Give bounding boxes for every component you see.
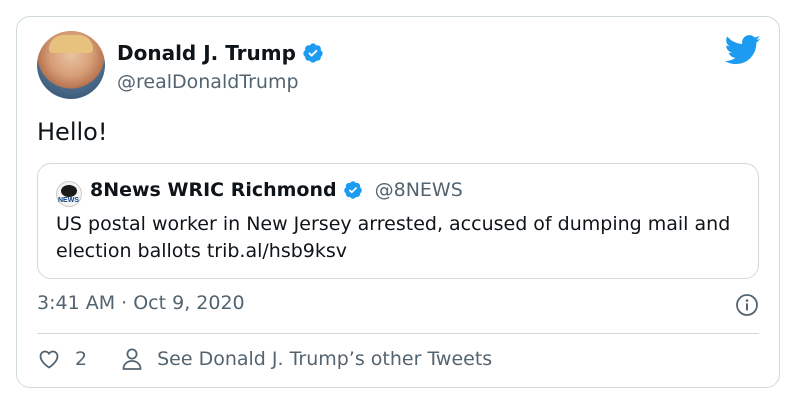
verified-badge-icon [343, 181, 362, 199]
tweet-text: Hello! [37, 118, 108, 146]
author-name-row: Donald J. Trump [117, 41, 324, 65]
tweet-actions: 2 See Donald J. Trump’s other Tweets [37, 347, 492, 371]
tweet-timestamp[interactable]: 3:41 AM · Oct 9, 2020 [37, 292, 245, 314]
author-avatar[interactable] [37, 31, 105, 99]
quoted-author-handle[interactable]: @8NEWS [375, 179, 463, 201]
author-name[interactable]: Donald J. Trump [117, 41, 296, 65]
quoted-author-name[interactable]: 8News WRIC Richmond [90, 179, 337, 201]
quoted-tweet-text: US postal worker in New Jersey arrested,… [56, 213, 731, 262]
author-handle[interactable]: @realDonaldTrump [117, 71, 299, 93]
twitter-bird-icon[interactable] [725, 35, 761, 65]
info-icon[interactable] [735, 293, 759, 317]
abc-logo [61, 185, 77, 197]
verified-badge-icon [303, 43, 323, 63]
quoted-author-avatar[interactable]: NEWS [56, 181, 82, 207]
tweet-card: Donald J. Trump @realDonaldTrump Hello! … [16, 16, 780, 388]
heart-icon[interactable] [37, 347, 61, 371]
like-count[interactable]: 2 [75, 348, 87, 370]
quoted-avatar-text: NEWS [58, 197, 79, 204]
person-icon[interactable] [121, 347, 143, 371]
quoted-tweet[interactable]: NEWS 8News WRIC Richmond @8NEWS US posta… [37, 163, 759, 279]
quoted-header: 8News WRIC Richmond @8NEWS [90, 179, 463, 201]
divider [37, 333, 759, 334]
avatar-hair [49, 35, 93, 53]
see-other-tweets-link[interactable]: See Donald J. Trump’s other Tweets [157, 348, 492, 370]
